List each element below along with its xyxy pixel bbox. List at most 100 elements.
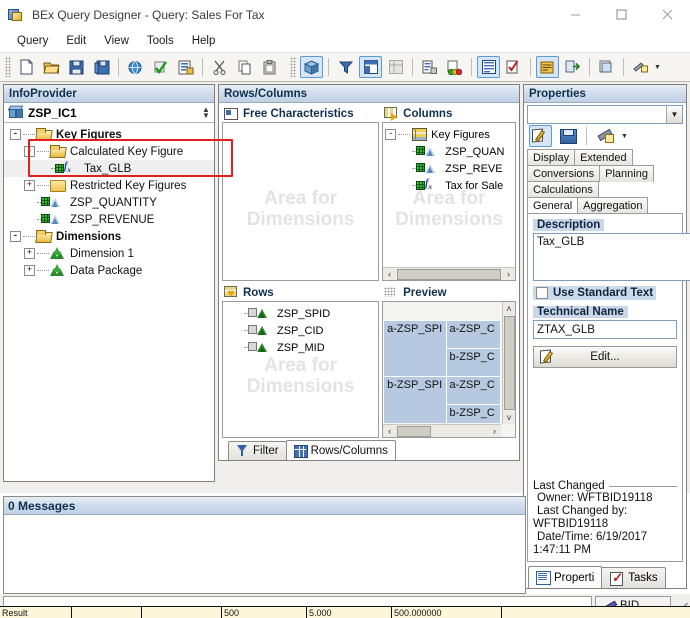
expand-toggle-icon[interactable]: + bbox=[24, 180, 35, 191]
tasks-icon[interactable] bbox=[502, 56, 525, 78]
settings-wrench-icon[interactable] bbox=[594, 125, 617, 147]
properties-object-combo[interactable]: ▼ bbox=[527, 105, 683, 124]
use-standard-text-row[interactable]: Use Standard Text bbox=[533, 286, 657, 300]
description-input-box[interactable]: ˄ ˅ bbox=[533, 233, 690, 281]
goto-icon[interactable] bbox=[561, 56, 584, 78]
messages-list[interactable] bbox=[4, 515, 525, 593]
minimize-icon[interactable] bbox=[552, 0, 598, 30]
description-input[interactable] bbox=[534, 234, 690, 280]
tree-node[interactable]: ZSP_CID bbox=[223, 322, 378, 339]
preview-hscrollbar[interactable]: ‹ › bbox=[383, 424, 501, 437]
query-properties-icon[interactable] bbox=[174, 56, 197, 78]
tree-node[interactable]: ZSP_QUANTITY bbox=[4, 194, 214, 211]
exceptions-icon[interactable] bbox=[443, 56, 466, 78]
tree-node[interactable]: - Calculated Key Figure bbox=[4, 143, 214, 160]
tree-node[interactable]: - Key Figures bbox=[383, 126, 515, 143]
filter-icon[interactable] bbox=[334, 56, 357, 78]
tree-node[interactable]: fx Tax_GLB bbox=[4, 160, 214, 177]
cut-icon[interactable] bbox=[208, 56, 231, 78]
expand-toggle-icon[interactable]: + bbox=[24, 248, 35, 259]
technical-name-input[interactable]: ZTAX_GLB bbox=[533, 320, 677, 339]
save-query-icon[interactable] bbox=[65, 56, 88, 78]
menu-edit[interactable]: Edit bbox=[57, 33, 95, 49]
tree-node[interactable]: ZSP_QUAN bbox=[383, 143, 515, 160]
open-query-icon[interactable] bbox=[40, 56, 63, 78]
toolbar-overflow-caret[interactable]: ▼ bbox=[654, 64, 661, 71]
properties-tab-extended[interactable]: Extended bbox=[574, 149, 633, 166]
infoprovider-cube-icon[interactable] bbox=[300, 56, 323, 78]
menu-tools[interactable]: Tools bbox=[138, 33, 183, 49]
properties-toolbar-caret[interactable]: ▼ bbox=[621, 133, 628, 140]
expand-toggle-icon[interactable]: + bbox=[24, 265, 35, 276]
rows-columns-icon[interactable] bbox=[359, 56, 382, 78]
scroll-thumb[interactable] bbox=[397, 268, 501, 280]
columns-dropzone[interactable]: Area for Dimensions - Key Figures ZSP_QUAN… bbox=[382, 122, 516, 281]
cells-icon[interactable] bbox=[384, 56, 407, 78]
use-standard-text-checkbox[interactable] bbox=[536, 287, 548, 299]
publish-globe-icon[interactable] bbox=[124, 56, 147, 78]
tree-node[interactable]: fx Tax for Sale bbox=[383, 177, 515, 194]
properties-tab-general[interactable]: General bbox=[527, 197, 579, 214]
paste-icon[interactable] bbox=[258, 56, 281, 78]
tree-node[interactable]: ZSP_REVE bbox=[383, 160, 515, 177]
properties-tab-conversions[interactable]: Conversions bbox=[527, 165, 601, 182]
tree-node[interactable]: + Restricted Key Figures bbox=[4, 177, 214, 194]
tree-node[interactable]: ZSP_SPID bbox=[223, 305, 378, 322]
tree-node[interactable]: - Key Figures bbox=[4, 126, 214, 143]
maximize-icon[interactable] bbox=[598, 0, 644, 30]
properties-tab-aggregation[interactable]: Aggregation bbox=[577, 197, 649, 214]
collapse-toggle-icon[interactable]: - bbox=[10, 231, 21, 242]
save-as-query-icon[interactable] bbox=[90, 56, 113, 78]
last-changed-title: Last Changed bbox=[533, 480, 605, 492]
save-disk-icon[interactable] bbox=[556, 125, 579, 147]
scroll-up-icon[interactable]: ˄ bbox=[503, 302, 516, 315]
rows-dropzone[interactable]: Area for Dimensions ZSP_SPID ZSP_CID ZSP_M… bbox=[222, 301, 380, 438]
collapse-toggle-icon[interactable]: - bbox=[24, 146, 35, 157]
scroll-right-icon[interactable]: › bbox=[502, 268, 515, 281]
tree-node[interactable]: ZSP_REVENUE bbox=[4, 211, 214, 228]
preview-area[interactable]: a-ZSP_SPI a-ZSP_C b-ZSP_C b-ZSP_SPI a-ZSP_C b… bbox=[382, 301, 516, 438]
chevron-down-icon[interactable]: ▼ bbox=[666, 106, 682, 123]
menu-view[interactable]: View bbox=[95, 33, 138, 49]
columns-hscrollbar[interactable]: ‹ › bbox=[383, 267, 515, 280]
document-icon[interactable] bbox=[595, 56, 618, 78]
scroll-thumb-h[interactable] bbox=[397, 425, 432, 437]
conditions-icon[interactable] bbox=[418, 56, 441, 78]
tree-node[interactable]: + Dimension 1 bbox=[4, 245, 214, 262]
scroll-thumb-v[interactable] bbox=[503, 316, 515, 410]
toolbar-grip[interactable] bbox=[5, 57, 11, 77]
description-row: ˄ ˅ ▼ bbox=[533, 233, 690, 281]
tree-node[interactable]: + Data Package bbox=[4, 262, 214, 279]
menu-help[interactable]: Help bbox=[183, 33, 225, 49]
preview-vscrollbar[interactable]: ˄ ˅ bbox=[502, 302, 515, 424]
properties-icon[interactable] bbox=[477, 56, 500, 78]
properties-tab-display[interactable]: Display bbox=[527, 149, 576, 166]
collapse-toggle-icon[interactable]: - bbox=[10, 129, 21, 140]
scroll-right-icon[interactable]: › bbox=[488, 425, 501, 438]
tree-node[interactable]: - Dimensions bbox=[4, 228, 214, 245]
free-characteristics-dropzone[interactable]: Area for Dimensions bbox=[222, 122, 380, 281]
infoprovider-selector[interactable]: ZSP_IC1 ▲ ▼ bbox=[4, 103, 214, 123]
tree-node[interactable]: ZSP_MID bbox=[223, 339, 378, 356]
properties-tab-calculations[interactable]: Calculations bbox=[527, 181, 599, 198]
tab-filter[interactable]: Filter bbox=[228, 441, 287, 460]
messages-icon[interactable] bbox=[536, 56, 559, 78]
close-icon[interactable] bbox=[644, 0, 690, 30]
scroll-left-icon[interactable]: ‹ bbox=[383, 425, 396, 438]
edit-button[interactable]: Edit... bbox=[533, 346, 677, 368]
copy-icon[interactable] bbox=[233, 56, 256, 78]
settings-wrench-icon[interactable] bbox=[629, 56, 652, 78]
properties-tab-planning[interactable]: Planning bbox=[599, 165, 654, 182]
new-query-icon[interactable] bbox=[15, 56, 38, 78]
spinner-up-down-icon[interactable]: ▲ ▼ bbox=[200, 105, 212, 119]
collapse-toggle-icon[interactable]: - bbox=[385, 129, 397, 140]
scroll-down-icon[interactable]: ˅ bbox=[503, 411, 516, 424]
tab-rows-columns[interactable]: Rows/Columns bbox=[285, 440, 396, 460]
menu-query[interactable]: Query bbox=[8, 33, 57, 49]
scroll-left-icon[interactable]: ‹ bbox=[383, 268, 396, 281]
edit-pencil-icon[interactable] bbox=[529, 125, 552, 147]
check-query-icon[interactable] bbox=[149, 56, 172, 78]
toolbar-grip-2[interactable] bbox=[290, 57, 296, 77]
